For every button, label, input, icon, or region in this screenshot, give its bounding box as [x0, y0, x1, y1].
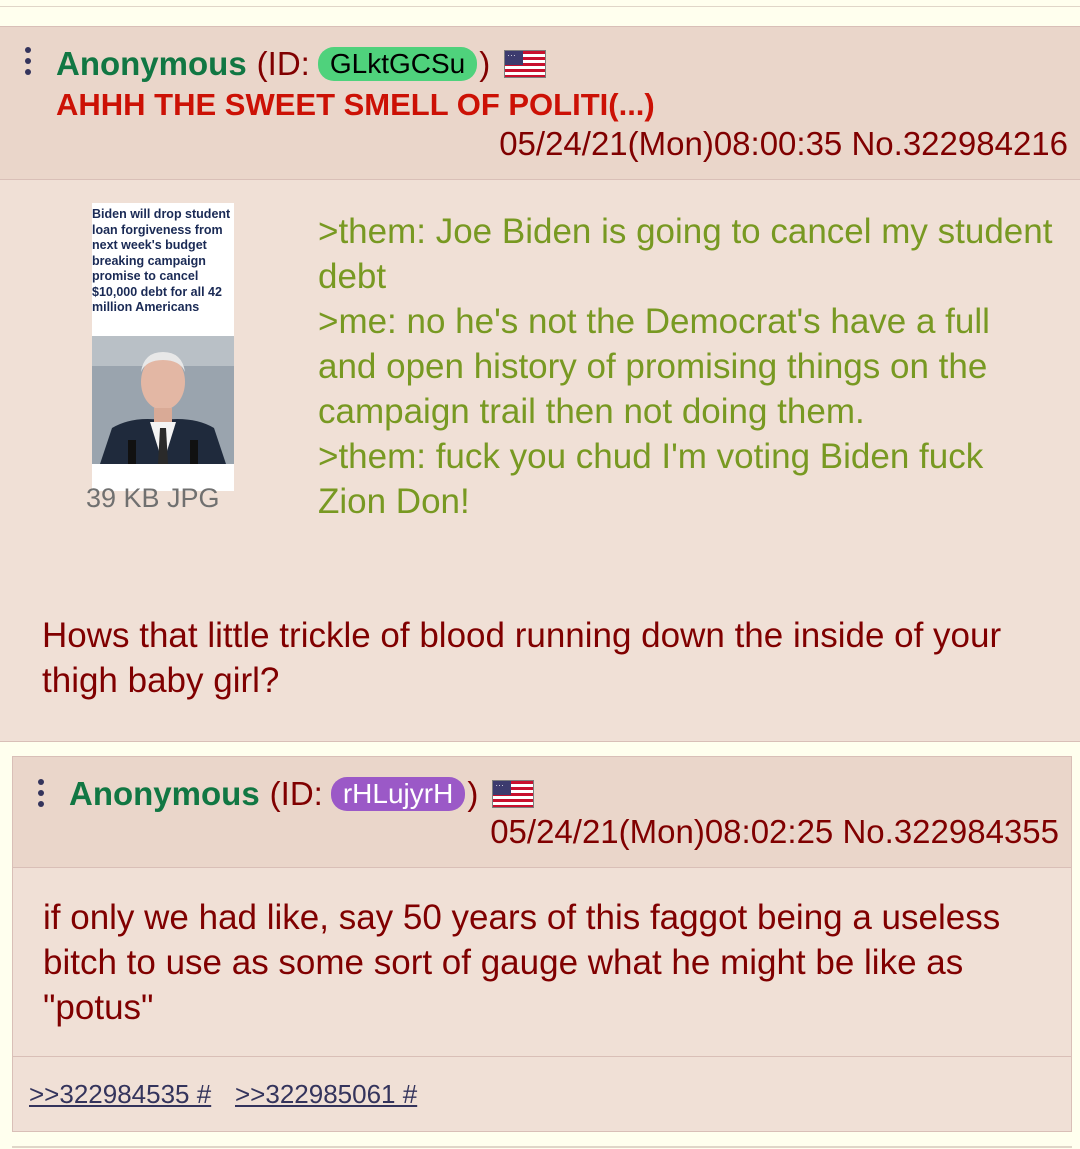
greentext-line: >them: Joe Biden is going to cancel my s…	[318, 212, 1053, 296]
greentext-line: >them: fuck you chud I'm voting Biden fu…	[318, 437, 984, 521]
post-date: 05/24/21(Mon)08:02:25	[490, 813, 834, 850]
post-number[interactable]: No.322984216	[851, 125, 1068, 162]
poster-info: Anonymous (ID: GLktGCSu )	[56, 45, 547, 83]
top-divider	[0, 0, 1080, 7]
greentext-block: >them: Joe Biden is going to cancel my s…	[318, 209, 1058, 524]
poster-name: Anonymous	[56, 45, 247, 82]
us-flag-icon	[504, 50, 547, 78]
backlinks: >>322984535 # >>322985061 #	[13, 1056, 1071, 1131]
id-label: (ID:	[256, 45, 310, 82]
post-date: 05/24/21(Mon)08:00:35	[499, 125, 843, 162]
id-close: )	[479, 45, 491, 82]
id-label: (ID:	[269, 775, 323, 812]
us-flag-icon	[492, 780, 535, 808]
post-322984355: Anonymous (ID: rHLujyrH ) 05/24/21(Mon)0…	[12, 756, 1072, 1132]
post-thumbnail[interactable]: Biden will drop student loan forgiveness…	[92, 203, 234, 491]
post-subject: AHHH THE SWEET SMELL OF POLITI(...)	[56, 87, 655, 122]
post-menu-icon[interactable]	[24, 47, 32, 80]
id-close: )	[467, 775, 479, 812]
post-number[interactable]: No.322984355	[842, 813, 1059, 850]
poster-id[interactable]: GLktGCSu	[317, 47, 478, 81]
post-header: Anonymous (ID: rHLujyrH ) 05/24/21(Mon)0…	[13, 757, 1071, 868]
post-meta: 05/24/21(Mon)08:00:35 No.322984216	[499, 125, 1068, 163]
post-body: if only we had like, say 50 years of thi…	[43, 898, 1001, 1027]
file-info: 39 KB JPG	[86, 483, 220, 513]
backlink[interactable]: >>322984535 #	[29, 1079, 211, 1110]
backlink[interactable]: >>322985061 #	[235, 1079, 417, 1110]
post-322984216: Anonymous (ID: GLktGCSu ) AHHH THE SWEET…	[0, 26, 1080, 742]
post-menu-icon[interactable]	[37, 779, 45, 812]
poster-id[interactable]: rHLujyrH	[330, 777, 466, 811]
post-header: Anonymous (ID: GLktGCSu ) AHHH THE SWEET…	[0, 27, 1080, 180]
post-meta: 05/24/21(Mon)08:02:25 No.322984355	[490, 813, 1059, 851]
poster-info: Anonymous (ID: rHLujyrH )	[69, 775, 535, 813]
greentext-line: >me: no he's not the Democrat's have a f…	[318, 302, 990, 431]
post-body: Hows that little trickle of blood runnin…	[42, 616, 1002, 700]
thumbnail-headline: Biden will drop student loan forgiveness…	[92, 207, 231, 314]
poster-name: Anonymous	[69, 775, 260, 812]
thumbnail-photo	[92, 336, 234, 464]
bottom-divider	[12, 1146, 1072, 1148]
